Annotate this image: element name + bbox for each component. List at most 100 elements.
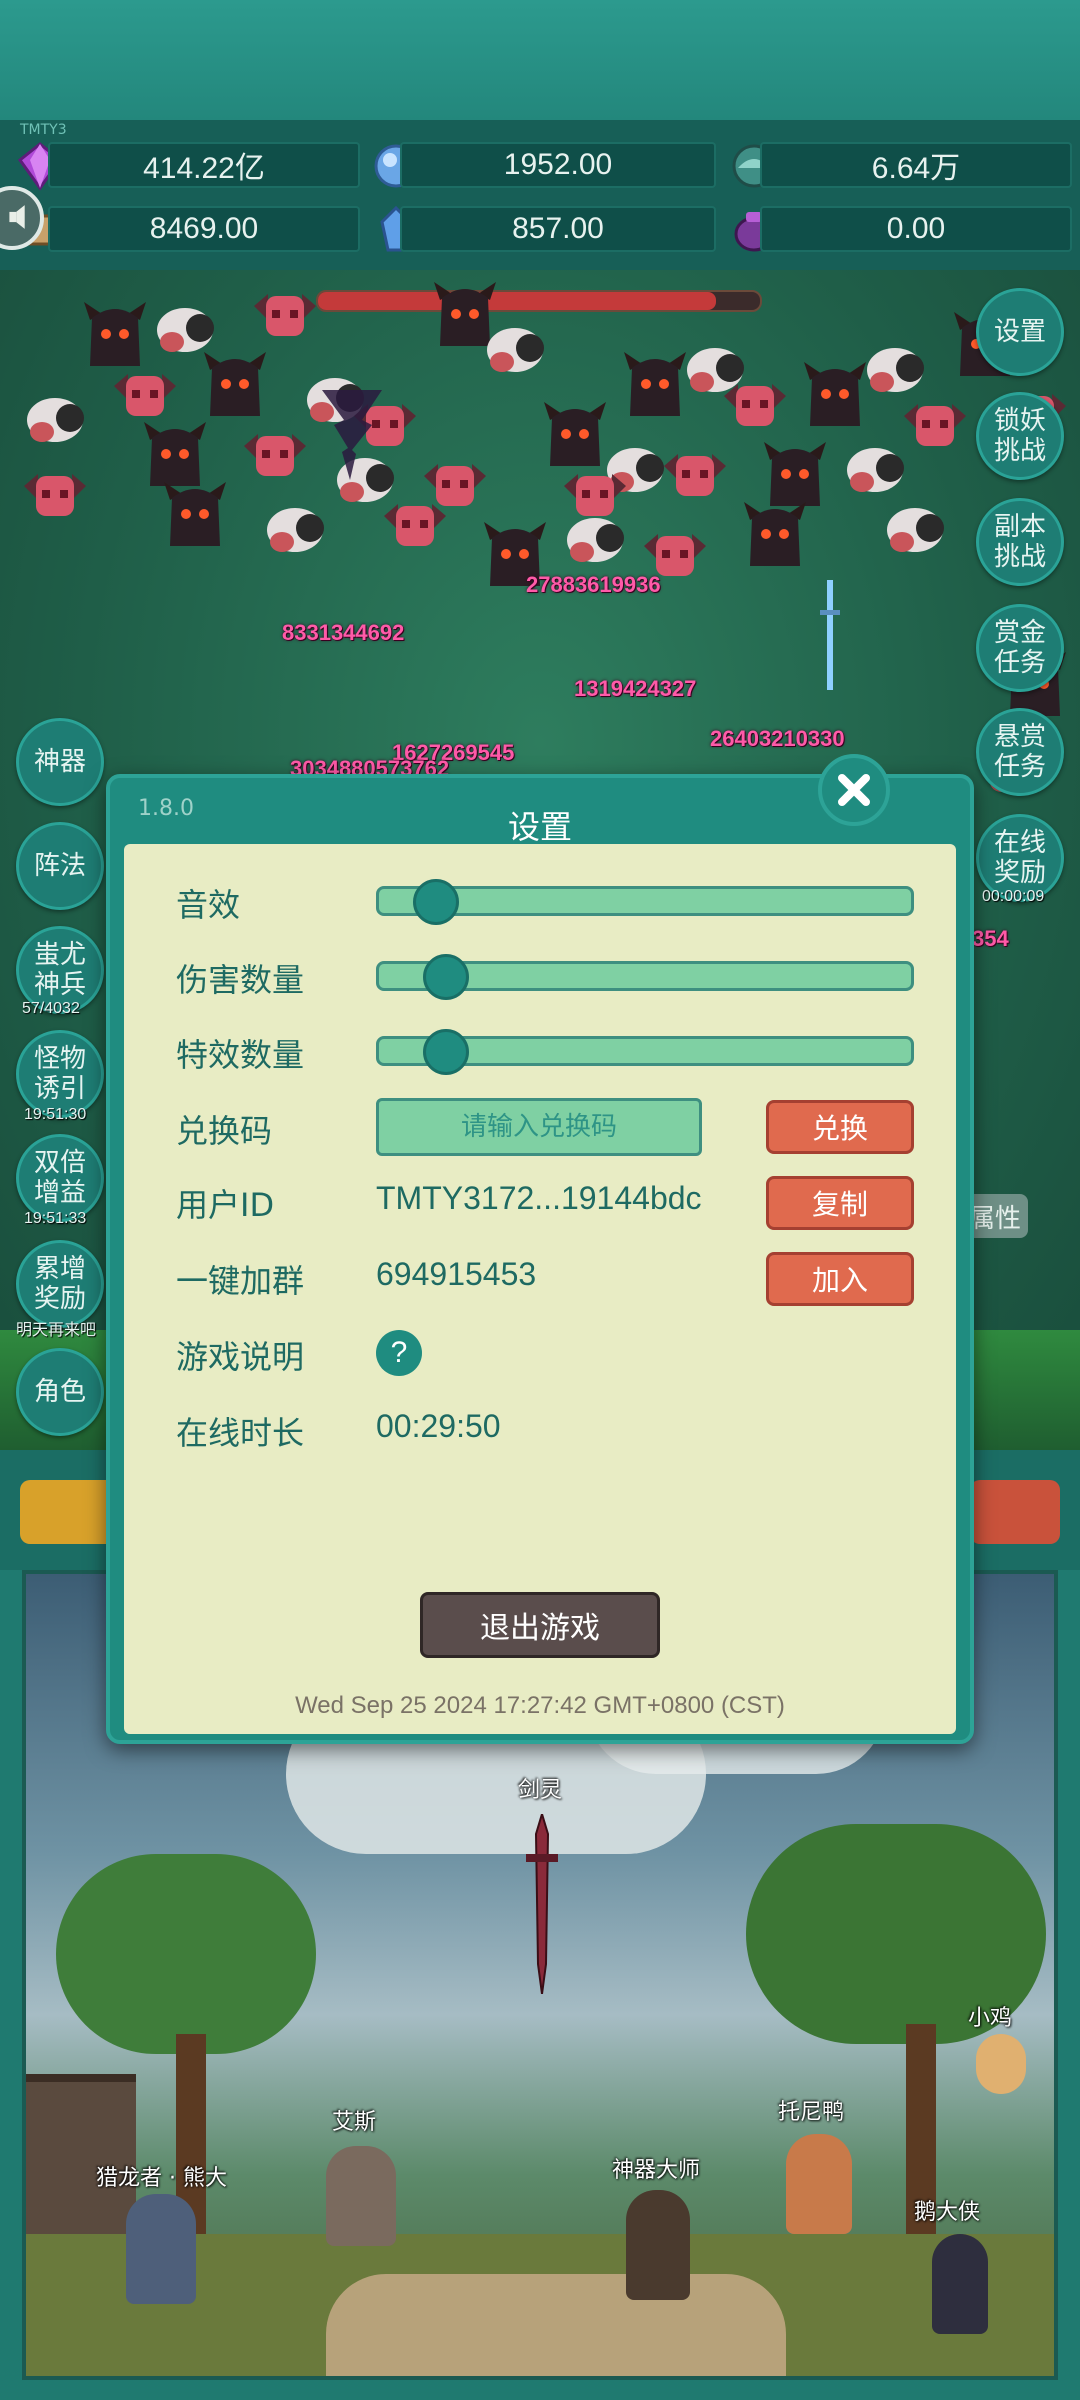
npc-label: 鹅大侠: [914, 2200, 981, 2225]
help-icon[interactable]: ?: [376, 1330, 422, 1376]
npc-label-sword: 剑灵: [518, 1778, 563, 1803]
side-btn-label: 在线奖励: [993, 828, 1046, 888]
side-btn-demon-challenge[interactable]: 锁妖挑战: [976, 392, 1064, 480]
side-btn-label: 累增奖励: [33, 1254, 86, 1314]
side-btn-reward-task[interactable]: 悬赏任务: [976, 708, 1064, 796]
join-button[interactable]: 加入: [766, 1252, 914, 1306]
group-value: 694915453: [376, 1256, 537, 1292]
enemy-sprite: [204, 352, 266, 416]
npc-tony-duck[interactable]: [786, 2134, 852, 2234]
exit-game-button[interactable]: 退出游戏: [420, 1592, 660, 1658]
sword-spirit[interactable]: [522, 1814, 562, 1994]
boss-hp-fill: [318, 292, 716, 310]
damage-number: 8331344692: [282, 620, 405, 645]
npc-artifact-master[interactable]: [626, 2190, 690, 2300]
enemy-sprite: [244, 434, 306, 476]
copy-button[interactable]: 复制: [766, 1176, 914, 1230]
resource-value-pouch: 0.00: [760, 206, 1072, 252]
npc-dragon-hunter[interactable]: [126, 2194, 196, 2304]
enemy-sprite: [267, 508, 324, 552]
side-btn-settings[interactable]: 设置: [976, 288, 1064, 376]
enemy-sprite: [724, 384, 786, 426]
enemy-sprite: [384, 504, 446, 546]
npc-label: 小鸡: [968, 2006, 1013, 2031]
side-btn-label: 阵法: [33, 851, 86, 881]
side-btn-formation[interactable]: 阵法: [16, 822, 104, 910]
guide-label: 游戏说明: [176, 1338, 305, 1376]
side-btn-bounty-task[interactable]: 赏金任务: [976, 604, 1064, 692]
enemy-sprite: [24, 474, 86, 516]
npc-label: 托尼鸭: [778, 2100, 845, 2125]
side-btn-accumulate-reward[interactable]: 累增奖励: [16, 1240, 104, 1328]
side-btn-sub: 19:51:30: [24, 1106, 87, 1123]
damage-count-slider[interactable]: [376, 954, 914, 1000]
close-icon: [838, 774, 870, 806]
side-btn-label: 神器: [33, 747, 86, 777]
resource-value-ice: 857.00: [400, 206, 716, 252]
boss-hp-bar: [316, 290, 762, 312]
enemy-sprite: [27, 398, 84, 442]
slider-thumb[interactable]: [422, 1029, 469, 1075]
enemy-sprite: [564, 474, 626, 516]
side-btn-double-buff[interactable]: 双倍增益: [16, 1134, 104, 1222]
resource-value-gold-gem: 414.22亿: [48, 142, 360, 188]
damage-number: 27883619936: [526, 572, 661, 597]
side-btn-label: 怪物诱引: [33, 1044, 86, 1104]
top-bar: [0, 0, 1080, 120]
side-btn-label: 设置: [993, 317, 1046, 347]
enemy-sprite: [164, 482, 226, 546]
slider-thumb[interactable]: [422, 954, 469, 1000]
enemy-sprite: [664, 454, 726, 496]
side-btn-sub: 19:51:33: [24, 1210, 87, 1227]
damage-count-label: 伤害数量: [176, 961, 305, 999]
damage-number: 354: [972, 926, 1009, 951]
damage-number: 1319424327: [574, 676, 697, 701]
user-id-label: 用户ID: [176, 1186, 275, 1224]
side-btn-label: 悬赏任务: [993, 722, 1046, 782]
side-btn-label: 赏金任务: [993, 618, 1046, 678]
side-btn-artifact[interactable]: 神器: [16, 718, 104, 806]
resource-value-scroll: 8469.00: [48, 206, 360, 252]
speaker-icon: [9, 205, 25, 229]
sound-label: 音效: [176, 886, 241, 924]
sword-effect: [820, 580, 840, 690]
effects-slider[interactable]: [376, 1029, 914, 1075]
tree: [56, 1854, 316, 2054]
side-btn-label: 蚩尤神兵: [33, 940, 86, 1000]
npc-ace[interactable]: [326, 2146, 396, 2246]
red-action-bar[interactable]: [970, 1480, 1060, 1544]
online-label: 在线时长: [176, 1414, 305, 1452]
damage-number: 26403210330: [710, 726, 845, 751]
side-btn-label: 副本挑战: [993, 512, 1046, 572]
npc-goose-hero[interactable]: [932, 2234, 988, 2334]
player-tag: TMTY3: [20, 122, 67, 138]
enemy-sprite: [887, 508, 944, 552]
user-id-value: TMTY3172...19144bdc: [376, 1180, 702, 1216]
npc-chick[interactable]: [976, 2034, 1026, 2094]
enemy-sprite: [744, 502, 806, 566]
side-btn-character[interactable]: 角色: [16, 1348, 104, 1436]
side-btn-label: 锁妖挑战: [993, 406, 1046, 466]
side-btn-monster-lure[interactable]: 怪物诱引: [16, 1030, 104, 1118]
enemy-sprite: [904, 404, 966, 446]
vortex-effect: [322, 390, 382, 480]
path: [326, 2274, 786, 2376]
online-value: 00:29:50: [376, 1408, 501, 1444]
redeem-button[interactable]: 兑换: [766, 1100, 914, 1154]
group-label: 一键加群: [176, 1262, 305, 1300]
npc-label: 艾斯: [332, 2110, 377, 2135]
side-btn-label: 角色: [33, 1377, 86, 1407]
enemy-sprite: [487, 328, 544, 372]
enemy-sprite: [254, 294, 316, 336]
side-btn-sub: 00:00:09: [982, 888, 1045, 905]
redeem-code-input[interactable]: [376, 1098, 702, 1156]
npc-label: 猎龙者 · 熊大: [96, 2166, 227, 2191]
slider-thumb[interactable]: [413, 879, 460, 925]
resource-value-crystal: 1952.00: [400, 142, 716, 188]
close-button[interactable]: [818, 754, 890, 826]
sound-slider[interactable]: [376, 879, 914, 925]
effects-label: 特效数量: [176, 1036, 305, 1074]
side-btn-label: 双倍增益: [33, 1148, 86, 1208]
npc-label: 神器大师: [612, 2158, 701, 2183]
side-btn-dungeon-challenge[interactable]: 副本挑战: [976, 498, 1064, 586]
